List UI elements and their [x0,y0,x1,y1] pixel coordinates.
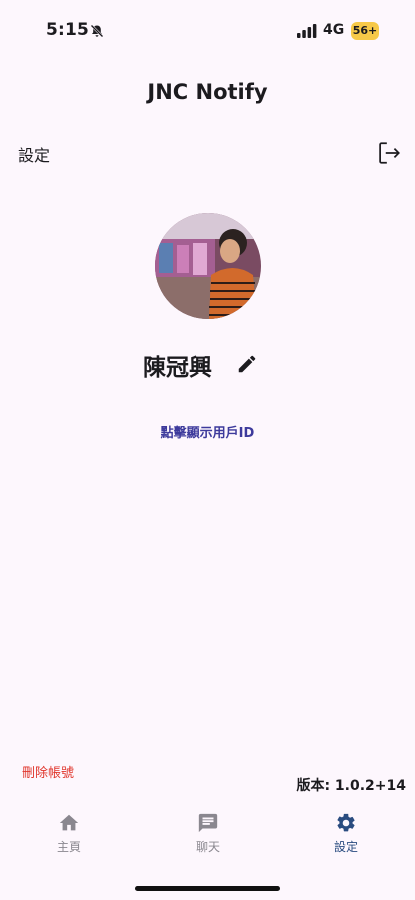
nav-item-chat[interactable]: 聊天 [168,812,248,855]
avatar-photo [155,213,261,319]
edit-pencil-icon[interactable] [236,353,258,375]
avatar[interactable] [155,213,261,319]
nav-item-home[interactable]: 主頁 [29,812,109,855]
home-indicator [135,886,280,891]
chat-icon [198,813,218,833]
nav-item-settings[interactable]: 設定 [306,812,386,855]
delete-account-button[interactable]: 刪除帳號 [22,762,74,781]
nav-item-label: 設定 [333,840,358,854]
bell-slash-icon [90,24,104,38]
status-time: 5:15 [46,20,90,40]
nav-item-label: 聊天 [195,840,220,854]
app-title: JNC Notify [147,80,268,104]
network-label: 4G [323,22,345,38]
nav-item-label: 主頁 [56,840,81,854]
bottom-nav: 主頁 聊天 設定 [0,800,415,870]
home-icon [59,814,79,831]
status-bar: 5:15 4G 56+ [0,0,415,60]
signal-icon [297,24,317,38]
battery-badge: 56+ [351,22,379,40]
user-name: 陳冠興 [143,355,212,381]
version-label: 版本: 1.0.2+14 [296,778,406,794]
gear-icon [337,813,355,832]
logout-icon[interactable] [376,140,402,166]
show-user-id-link[interactable]: 點擊顯示用戶ID [0,422,415,441]
page-title: 設定 [18,146,51,165]
